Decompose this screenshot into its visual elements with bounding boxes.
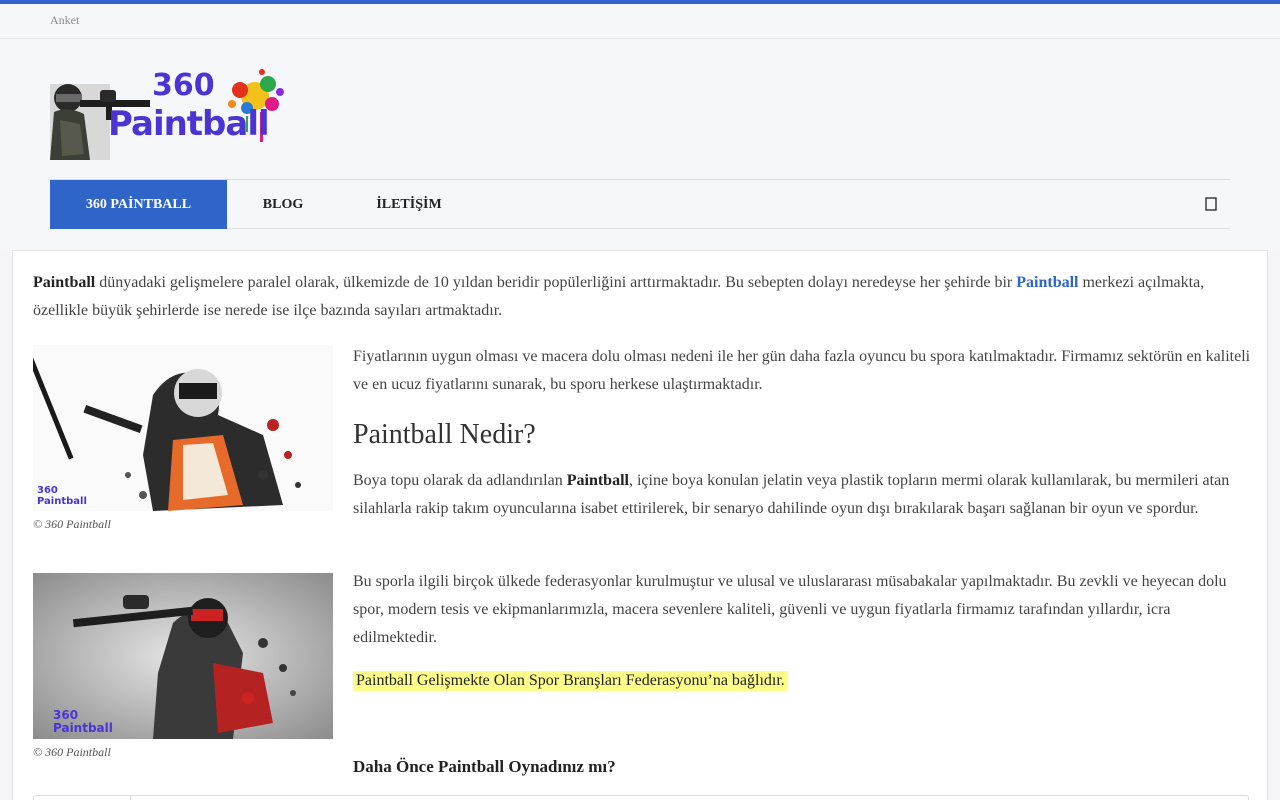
poll-title: Daha Önce Paintball Oynadınız mı? bbox=[353, 757, 616, 776]
figure-2-image[interactable]: 360 Paintball bbox=[33, 573, 333, 739]
nav-item-iletisim[interactable]: İLETİŞİM bbox=[339, 180, 479, 229]
poll-table bbox=[33, 795, 1249, 800]
nav-item-360-paintball[interactable]: 360 PAİNTBALL bbox=[50, 180, 227, 229]
figure-1-image[interactable]: 360 Paintball bbox=[33, 345, 333, 511]
paragraph-definition: Boya topu olarak da adlandırılan Paintba… bbox=[353, 467, 1253, 523]
intro-bold: Paintball bbox=[33, 274, 96, 291]
logo-number: 360 bbox=[152, 68, 215, 103]
heading-paintball-nedir: Paintball Nedir? bbox=[353, 419, 536, 450]
top-bar: Anket bbox=[0, 4, 1280, 39]
figure-1-watermark: 360 Paintball bbox=[37, 485, 87, 507]
intro-link-paintball[interactable]: Paintball bbox=[1016, 274, 1078, 291]
figure-1: 360 Paintball © 360 Paintball bbox=[33, 345, 333, 532]
highlight-federation-note: Paintball Gelişmekte Olan Spor Branşları… bbox=[353, 671, 788, 691]
nav-item-blog[interactable]: BLOG bbox=[227, 180, 339, 229]
figure-2-watermark: 360 Paintball bbox=[53, 708, 113, 735]
logo-word: Paintball bbox=[108, 104, 270, 144]
figure-2: 360 Paintball © 360 Paintball bbox=[33, 573, 333, 760]
definition-text-1: Boya topu olarak da adlandırılan bbox=[353, 472, 567, 489]
poll-table-divider bbox=[130, 796, 131, 800]
main-nav: 360 PAİNTBALL BLOG İLETİŞİM bbox=[50, 179, 1230, 229]
intro-paragraph: Paintball dünyadaki gelişmelere paralel … bbox=[33, 269, 1233, 325]
definition-bold: Paintball bbox=[566, 472, 629, 489]
figure-2-caption: © 360 Paintball bbox=[33, 745, 111, 759]
top-link-anket[interactable]: Anket bbox=[50, 13, 79, 28]
paragraph-federation: Bu sporla ilgili birçok ülkede federasyo… bbox=[353, 573, 1227, 646]
figure-1-caption: © 360 Paintball bbox=[33, 517, 111, 531]
article-content: Paintball dünyadaki gelişmelere paralel … bbox=[12, 250, 1268, 800]
site-logo[interactable]: 360 Paintball bbox=[50, 64, 295, 160]
search-icon[interactable] bbox=[1204, 196, 1218, 212]
intro-text-1: dünyadaki gelişmelere paralel olarak, ül… bbox=[95, 274, 1017, 291]
paragraph-prices: Fiyatlarının uygun olması ve macera dolu… bbox=[353, 348, 1251, 393]
site-header: 360 Paintball 360 PAİNTBALL BLOG İLETİŞİ… bbox=[0, 40, 1280, 250]
